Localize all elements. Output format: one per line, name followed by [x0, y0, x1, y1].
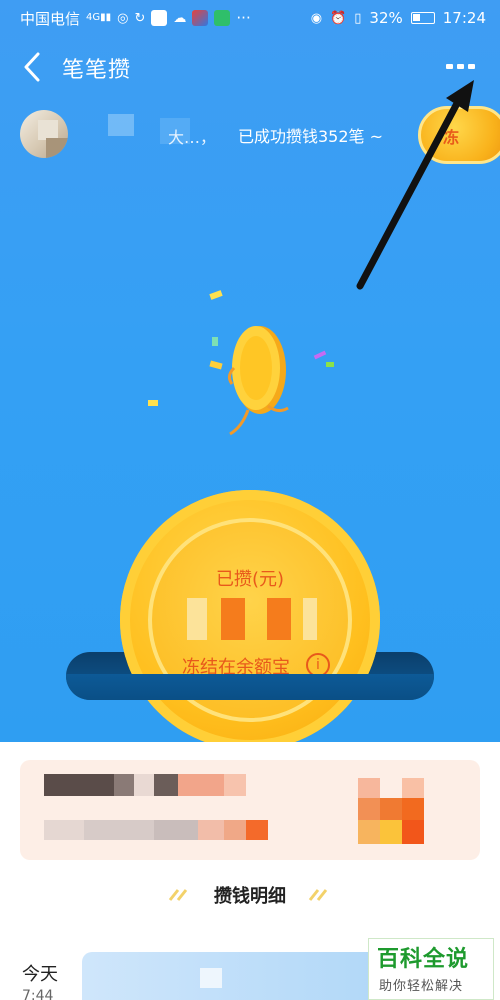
network-signal-icon: 4G▮▮: [86, 12, 112, 23]
confetti: [209, 290, 223, 300]
confetti: [313, 350, 327, 360]
confetti: [326, 362, 334, 367]
more-notifications: ···: [236, 9, 251, 27]
alarm-icon: ⏰: [330, 10, 347, 26]
player-app-icon: [214, 10, 231, 26]
blurred-name-part: [108, 114, 134, 136]
network-type: 4G: [86, 12, 101, 23]
watermark-title: 百科全说: [377, 947, 470, 972]
record-time: 7:44: [22, 988, 54, 1000]
baidu-app-icon: [151, 10, 168, 26]
status-bar: 中国电信 4G▮▮ ◎ ↻ ☁ ··· ◉ ⏰ ▯ 32% 17:24: [0, 0, 500, 36]
hotspot-icon: ◎: [117, 10, 129, 26]
sync-icon: ↻: [134, 10, 146, 26]
clock: 17:24: [442, 9, 486, 27]
watermark: 百科全说 助你轻松解决: [368, 938, 494, 1000]
carrier-label: 中国电信: [20, 9, 81, 28]
cloud-icon: ☁: [173, 10, 187, 26]
pointer-arrow-annotation: [356, 80, 474, 290]
watermark-subtitle: 助你轻松解决: [379, 979, 464, 994]
sparkle-right-icon: [308, 889, 328, 901]
coin-mascot: [227, 326, 289, 436]
avatar[interactable]: [20, 110, 68, 158]
hero-background: 中国电信 4G▮▮ ◎ ↻ ☁ ··· ◉ ⏰ ▯ 32% 17:24 笔笔攒: [0, 0, 500, 742]
eye-icon: ◉: [310, 10, 323, 26]
obscured-promo-card[interactable]: [20, 760, 480, 860]
vibrate-icon: ▯: [354, 10, 362, 26]
saved-amount-obscured: [175, 598, 325, 640]
video-app-icon: [192, 10, 209, 26]
confetti: [148, 400, 158, 406]
section-title: 攒钱明细: [214, 886, 286, 907]
user-name: 大…，: [168, 128, 217, 147]
chevron-left-icon[interactable]: [18, 50, 48, 84]
coin-slot-front: [66, 674, 434, 700]
date-group-label: 今天: [22, 964, 58, 985]
battery-icon: [410, 12, 435, 24]
page-title: 笔笔攒: [62, 58, 132, 83]
battery-percent: 32%: [369, 9, 403, 27]
savings-coin: 已攒(元) 冻结在余额宝 i: [120, 490, 380, 742]
saved-amount-label: 已攒(元): [215, 569, 285, 590]
